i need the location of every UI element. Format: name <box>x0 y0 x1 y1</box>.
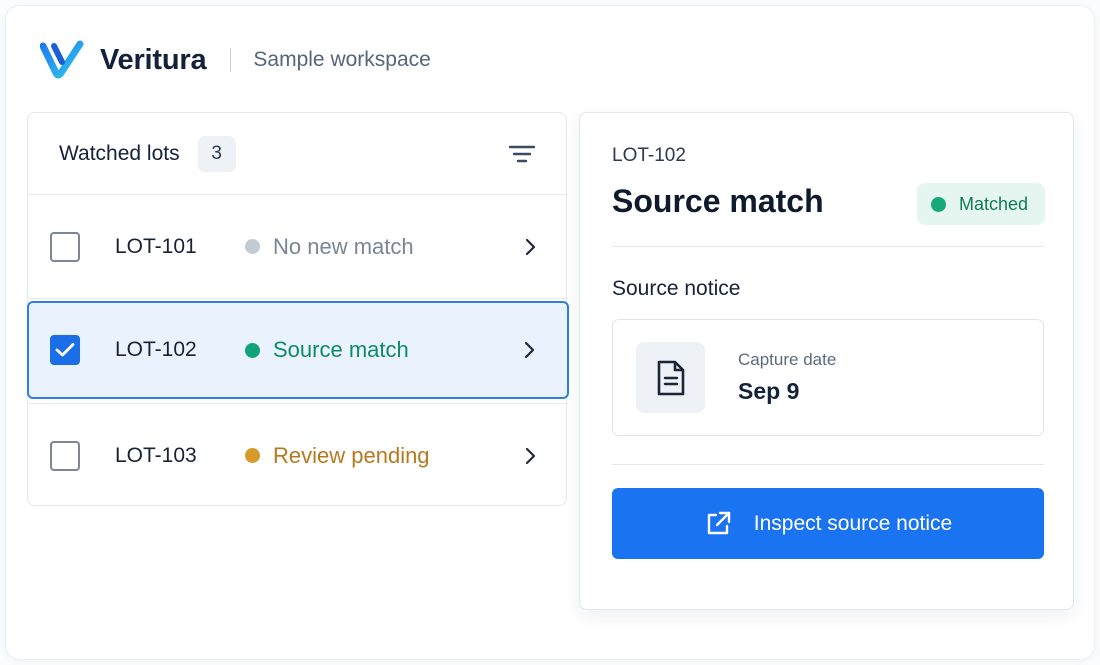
lot-row-101[interactable]: LOT-101 No new match <box>28 195 568 299</box>
lot-status: Source match <box>273 337 409 362</box>
source-match-detail-panel: LOT-102 Source match Matched Source noti… <box>579 112 1074 610</box>
lot-status: No new match <box>273 233 414 259</box>
chevron-right-icon[interactable] <box>524 447 536 465</box>
chevron-right-icon[interactable] <box>523 341 535 359</box>
inspect-source-notice-button[interactable]: Inspect source notice <box>612 488 1044 559</box>
lot-count-badge: 3 <box>197 135 236 172</box>
lot-checkbox-103[interactable] <box>50 440 80 471</box>
matched-badge-label: Matched <box>959 193 1029 214</box>
section-label: Source notice <box>612 277 741 300</box>
lot-checkbox-101[interactable] <box>50 231 80 262</box>
external-link-icon <box>707 511 730 534</box>
lot-checkbox-102[interactable] <box>50 335 80 365</box>
lot-status: Review pending <box>273 442 430 468</box>
detail-lot-id: LOT-102 <box>612 145 686 166</box>
brand-name: Veritura <box>100 43 207 76</box>
inspect-button-label: Inspect source notice <box>753 511 953 535</box>
watched-lots-title: Watched lots <box>59 141 180 165</box>
workspace-name: Sample workspace <box>253 48 431 71</box>
detail-title: Source match <box>612 183 824 219</box>
status-dot <box>931 196 946 212</box>
lot-row-103[interactable]: LOT-103 Review pending <box>28 403 568 507</box>
app-header: Veritura Sample workspace <box>40 38 431 82</box>
lot-id: LOT-103 <box>115 443 197 467</box>
matched-status-badge: Matched <box>917 183 1045 225</box>
filter-icon[interactable] <box>508 142 536 166</box>
capture-date-label: Capture date <box>738 350 837 369</box>
lot-row-102[interactable]: LOT-102 Source match <box>27 301 569 399</box>
watched-lots-header: Watched lots 3 <box>28 113 566 195</box>
divider <box>612 464 1044 465</box>
capture-date-value: Sep 9 <box>738 378 800 404</box>
document-icon <box>657 360 684 395</box>
lot-id: LOT-101 <box>115 234 197 258</box>
status-dot <box>245 342 260 358</box>
status-dot <box>245 239 260 254</box>
status-dot <box>245 448 260 463</box>
document-tile <box>636 342 705 413</box>
veritura-logo-icon <box>40 40 84 79</box>
chevron-right-icon[interactable] <box>524 238 536 256</box>
lot-id: LOT-102 <box>115 338 197 361</box>
source-notice-card: Capture date Sep 9 <box>612 319 1044 436</box>
checkmark-icon <box>55 343 75 357</box>
divider <box>612 246 1044 247</box>
watched-lots-panel: Watched lots 3 LOT-101 No new match LOT-… <box>27 112 569 507</box>
header-divider <box>230 48 232 72</box>
